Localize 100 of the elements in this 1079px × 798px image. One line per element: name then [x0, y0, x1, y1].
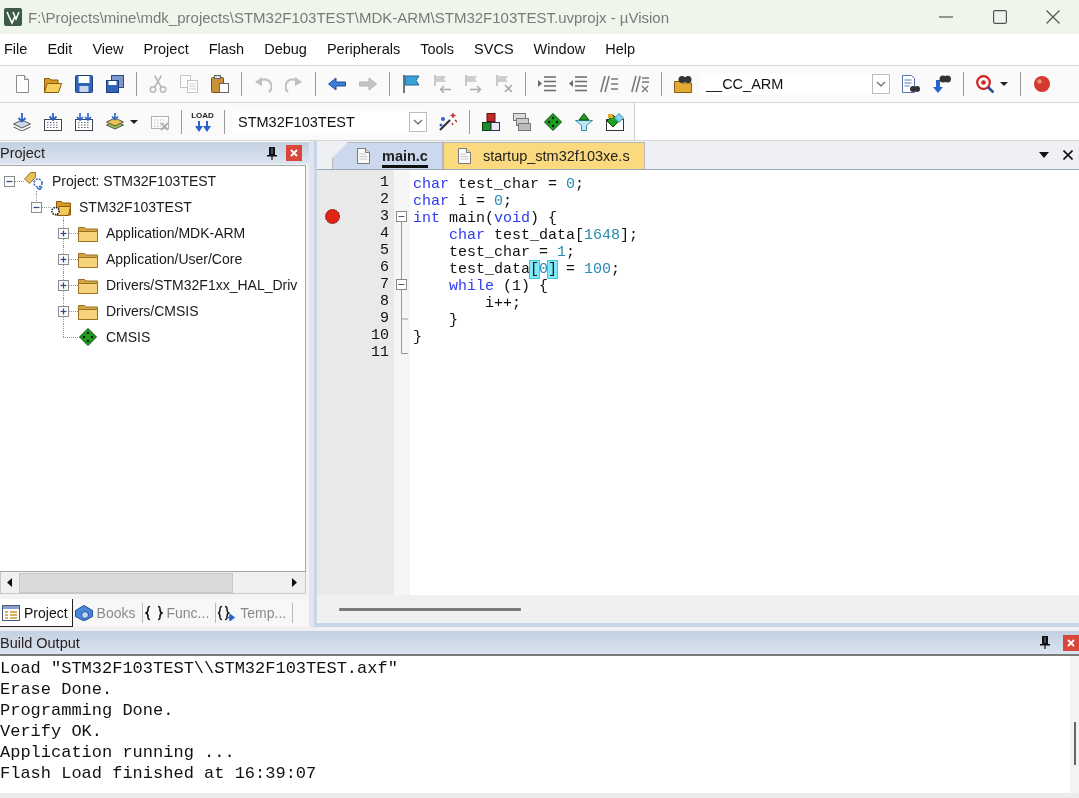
code-line: char test_data[1648]; — [448, 227, 639, 244]
diamond-box-icon[interactable] — [605, 112, 624, 131]
line-number: 9 — [379, 310, 390, 327]
plus-box-icon[interactable] — [58, 227, 69, 239]
comment-slashes-icon[interactable] — [599, 75, 618, 93]
uncomment-slashes-icon[interactable] — [630, 75, 649, 93]
plus-box-icon[interactable] — [58, 253, 69, 265]
page-binoculars-icon[interactable] — [901, 75, 920, 93]
menu-item[interactable]: Edit — [39, 38, 81, 61]
book-icon — [74, 605, 93, 621]
minus-box-icon[interactable] — [4, 175, 15, 187]
menu-item[interactable]: View — [84, 38, 132, 61]
tree-item[interactable]: Application/User/Core — [106, 251, 243, 267]
menu-item[interactable]: File — [0, 38, 36, 61]
code-line: char i = 0; — [413, 193, 513, 210]
pin-icon[interactable] — [1040, 636, 1050, 649]
code-line: } — [413, 329, 422, 346]
folder-binoculars-icon[interactable] — [673, 75, 692, 93]
output-line: Load "STM32F103TEST\\STM32F103TEST.axf" — [0, 658, 399, 679]
braces-arrow-icon — [218, 605, 237, 621]
fold-minus-icon[interactable] — [396, 208, 408, 225]
code-line: i++; — [484, 295, 522, 312]
magic-wand-icon[interactable] — [438, 112, 457, 131]
code-editor[interactable]: 1 2 3 4 5 6 7 8 9 10 11 char test_char = 0; char i = 0; int main(void) { char test_data[1648]; test_char = 1; test_data[0] = 100; while (1) { i++; } } — [317, 170, 1079, 595]
output-line: Erase Done. — [0, 679, 114, 700]
braces-icon — [144, 605, 163, 621]
editor-tab[interactable]: startup_stm32f103xe.s — [442, 142, 645, 169]
menu-item[interactable]: Tools — [412, 38, 463, 61]
clipboard-icon[interactable] — [210, 75, 229, 93]
tree-item[interactable]: STM32F103TEST — [79, 199, 192, 215]
pin-icon[interactable] — [267, 146, 277, 160]
folder-gear-icon — [51, 198, 71, 216]
tree-item[interactable]: Drivers/CMSIS — [106, 303, 199, 319]
breakpoint-icon[interactable] — [1032, 75, 1051, 93]
document-icon — [357, 148, 370, 164]
menu-item[interactable]: SVCS — [466, 38, 522, 61]
folder-icon — [78, 276, 98, 294]
menu-item[interactable]: Debug — [256, 38, 315, 61]
panel-tab[interactable]: Project — [0, 599, 73, 627]
scrollbar-thumb[interactable] — [1073, 722, 1076, 765]
combo-box[interactable]: __CC_ARM — [700, 73, 891, 95]
stacked-windows-icon[interactable] — [512, 112, 531, 131]
close-icon[interactable] — [1046, 10, 1060, 24]
minus-box-icon[interactable] — [31, 201, 42, 213]
load-button[interactable]: LOAD — [189, 108, 216, 135]
plus-box-icon[interactable] — [58, 305, 69, 317]
close-icon[interactable] — [1063, 150, 1073, 160]
tree-item[interactable]: Application/MDK-ARM — [106, 225, 246, 241]
editor-tab[interactable]: main.c — [332, 142, 443, 169]
tree-item[interactable]: CMSIS — [106, 329, 151, 345]
folder-icon — [78, 250, 98, 268]
caret-down-icon[interactable] — [130, 119, 138, 124]
layers-icon[interactable] — [105, 112, 124, 131]
tree-item[interactable]: Drivers/STM32F1xx_HAL_Driv — [106, 277, 298, 293]
blocks-icon[interactable] — [481, 112, 500, 131]
grid-down-arrow-icon[interactable] — [43, 112, 62, 131]
open-folder-icon[interactable] — [43, 75, 62, 93]
funnel-icon[interactable] — [574, 112, 593, 131]
arrow-binoculars-icon[interactable] — [932, 75, 951, 93]
code-line: char test_char = 0; — [413, 176, 585, 193]
line-number: 3 — [379, 208, 390, 225]
fold-minus-icon[interactable] — [396, 276, 408, 293]
line-number: 10 — [370, 327, 390, 344]
menu-item[interactable]: Window — [525, 38, 594, 61]
right-arrow-icon[interactable] — [292, 578, 297, 587]
list-window-icon — [2, 604, 20, 621]
menu-item[interactable]: Peripherals — [318, 38, 409, 61]
indent-icon[interactable] — [537, 75, 556, 93]
maximize-icon[interactable] — [993, 10, 1007, 24]
down-arrows-icon — [194, 121, 211, 132]
menu-item[interactable]: Flash — [200, 38, 253, 61]
caret-down-icon[interactable] — [1000, 82, 1008, 86]
scrollbar-thumb[interactable] — [19, 572, 233, 593]
left-arrow-icon[interactable] — [327, 75, 346, 93]
combo-box[interactable]: STM32F103TEST — [232, 110, 428, 133]
left-arrow-icon[interactable] — [7, 578, 12, 587]
caret-down-icon[interactable] — [1039, 152, 1049, 158]
menu-item[interactable]: Help — [597, 38, 643, 61]
app-logo-icon — [4, 8, 22, 26]
scrollbar-thumb[interactable] — [339, 607, 521, 611]
code-line: test_data[0] = 100; — [448, 261, 621, 278]
menu-item[interactable]: Project — [135, 38, 197, 61]
output-line: Application running ... — [0, 742, 236, 763]
tree-item[interactable]: Project: STM32F103TEST — [52, 173, 217, 189]
magnifier-icon[interactable] — [975, 75, 994, 93]
floppy-disks-icon[interactable] — [105, 75, 124, 93]
code-line: while (1) { — [448, 278, 549, 295]
folder-icon — [78, 224, 98, 242]
flag-icon[interactable] — [401, 75, 420, 93]
horizontal-scrollbar[interactable] — [0, 572, 306, 594]
breakpoint-icon[interactable] — [325, 209, 340, 224]
panel-title: Project — [0, 145, 46, 161]
output-line: Flash Load finished at 16:39:07 — [0, 763, 318, 784]
stack-down-arrow-icon[interactable] — [12, 112, 31, 131]
diamond-icon[interactable] — [543, 112, 562, 131]
plus-box-icon[interactable] — [58, 279, 69, 291]
line-number: 6 — [379, 259, 390, 276]
document-icon — [457, 148, 471, 164]
grid-double-arrow-icon[interactable] — [74, 112, 93, 131]
outdent-icon[interactable] — [568, 75, 587, 93]
